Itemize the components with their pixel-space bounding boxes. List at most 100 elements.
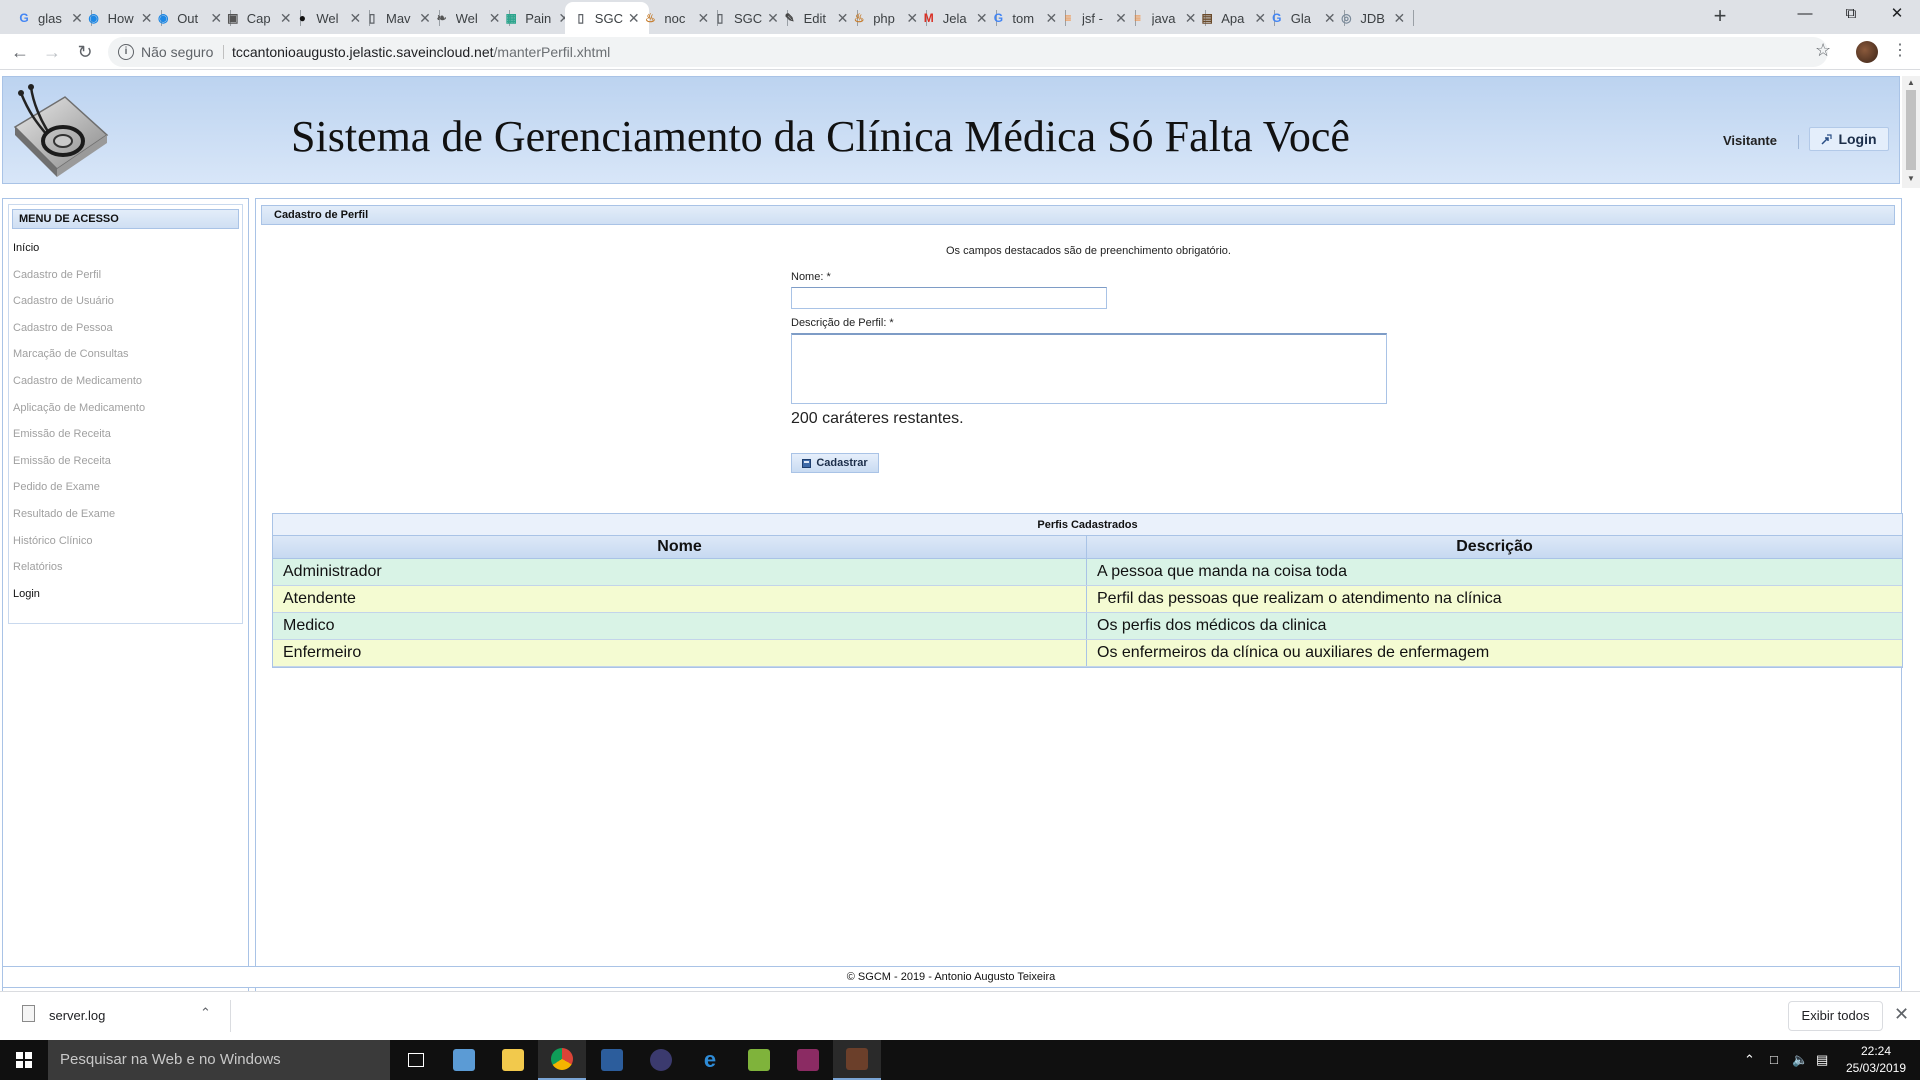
table-row[interactable]: Administrador A pessoa que manda na coisa… bbox=[273, 559, 1902, 586]
url-text[interactable]: tccantonioaugusto.jelastic.saveincloud.n… bbox=[232, 44, 610, 60]
cadastrar-button[interactable]: Cadastrar bbox=[791, 453, 879, 473]
tab-title: noc bbox=[664, 10, 686, 26]
notepad-glyph bbox=[748, 1049, 770, 1071]
browser-toolbar: ← → ↻ i Não seguro tccantonioaugusto.jel… bbox=[0, 34, 1920, 70]
tab-title: Pain bbox=[525, 10, 552, 26]
start-button[interactable] bbox=[0, 1040, 48, 1080]
table-row[interactable]: Medico Os perfis dos médicos da clinica bbox=[273, 613, 1902, 640]
volume-icon[interactable]: 🔈 bbox=[1792, 1052, 1808, 1068]
ie-glyph: e bbox=[703, 1047, 717, 1072]
page-scrollbar[interactable]: ▲ ▼ bbox=[1902, 76, 1920, 188]
edit-icon: ✎ bbox=[784, 11, 795, 25]
winrar-icon[interactable] bbox=[784, 1040, 832, 1080]
notification-icon[interactable]: ▤ bbox=[1816, 1052, 1828, 1068]
table-header: Nome Descrição bbox=[273, 536, 1902, 559]
browser-tab[interactable]: ◎ JDB ✕ bbox=[1330, 2, 1415, 34]
tab-title: php bbox=[873, 10, 895, 26]
scrollbar-thumb[interactable] bbox=[1906, 90, 1916, 170]
menu-item[interactable]: Login bbox=[13, 588, 40, 600]
chrome-glyph bbox=[551, 1048, 573, 1070]
tab-title: Gla bbox=[1290, 10, 1312, 26]
page-title: Sistema de Gerenciamento da Clínica Médi… bbox=[291, 112, 1350, 161]
nome-input[interactable] bbox=[791, 287, 1107, 309]
internet-explorer-icon[interactable]: e bbox=[686, 1040, 734, 1080]
cell-nome: Enfermeiro bbox=[273, 640, 1087, 666]
close-window-button[interactable]: ✕ bbox=[1874, 0, 1920, 30]
scroll-up-arrow-icon[interactable]: ▲ bbox=[1906, 78, 1916, 87]
tab-title: Jela bbox=[942, 10, 967, 26]
taskbar-search[interactable]: Pesquisar na Web e no Windows bbox=[48, 1040, 390, 1080]
tab-title: SGC bbox=[594, 10, 623, 26]
close-icon[interactable]: ✕ bbox=[1894, 1004, 1909, 1025]
more-menu-icon[interactable]: ⋮ bbox=[1892, 40, 1908, 60]
required-fields-note: Os campos destacados são de preenchiment… bbox=[946, 245, 1231, 257]
profiles-table: Perfis Cadastrados Nome Descrição Admini… bbox=[272, 513, 1903, 668]
tomcat-glyph bbox=[846, 1048, 868, 1070]
reload-icon[interactable]: ↻ bbox=[73, 40, 97, 64]
box-glyph bbox=[453, 1049, 475, 1071]
tab-title: Apa bbox=[1221, 10, 1245, 26]
globe-icon: ◎ bbox=[1341, 11, 1352, 25]
chevron-up-icon[interactable]: ⌃ bbox=[200, 1005, 211, 1021]
notepad-icon[interactable] bbox=[735, 1040, 783, 1080]
bookmark-star-icon[interactable]: ☆ bbox=[1815, 40, 1831, 61]
minimize-button[interactable]: — bbox=[1782, 0, 1828, 30]
new-tab-button[interactable]: + bbox=[1708, 5, 1732, 29]
info-icon[interactable]: i bbox=[118, 44, 134, 60]
github-icon: ● bbox=[298, 11, 307, 25]
eclipse-icon[interactable] bbox=[637, 1040, 685, 1080]
sidebar: MENU DE ACESSO Início Cadastro de Perfil C… bbox=[2, 198, 249, 1034]
url-host: tccantonioaugusto.jelastic.saveincloud.n… bbox=[232, 44, 494, 60]
address-bar[interactable]: i Não seguro tccantonioaugusto.jelastic.… bbox=[108, 37, 1828, 67]
tab-title: SGC bbox=[734, 10, 763, 26]
back-arrow-icon[interactable]: ← bbox=[8, 40, 32, 64]
task-view-icon[interactable] bbox=[392, 1040, 440, 1080]
stack-icon: ≡ bbox=[1064, 11, 1072, 25]
web-page: Sistema de Gerenciamento da Clínica Médi… bbox=[0, 72, 1903, 1034]
tomcat-icon[interactable] bbox=[833, 1040, 881, 1080]
tab-title: Mav bbox=[386, 10, 411, 26]
table-row[interactable]: Atendente Perfil das pessoas que realizam… bbox=[273, 586, 1902, 613]
google-icon: G bbox=[19, 11, 29, 25]
tray-chevron-icon[interactable]: ⌃ bbox=[1744, 1052, 1755, 1068]
stethoscope-logo bbox=[13, 84, 109, 177]
tab-title: jsf - bbox=[1082, 10, 1103, 26]
file-explorer-icon[interactable] bbox=[489, 1040, 537, 1080]
table-row[interactable]: Enfermeiro Os enfermeiros da clínica ou a… bbox=[273, 640, 1902, 667]
menu-item: Histórico Clínico bbox=[13, 534, 93, 547]
visual-studio-icon[interactable] bbox=[588, 1040, 636, 1080]
winrar-glyph bbox=[797, 1049, 819, 1071]
menu-item: Cadastro de Medicamento bbox=[13, 375, 143, 387]
tab-close-icon[interactable]: ✕ bbox=[1392, 10, 1406, 27]
descricao-label: Descrição de Perfil: * bbox=[791, 317, 894, 329]
box-app-icon[interactable] bbox=[440, 1040, 488, 1080]
table-caption: Perfis Cadastrados bbox=[273, 514, 1902, 536]
column-header-nome[interactable]: Nome bbox=[273, 536, 1087, 558]
show-all-button[interactable]: Exibir todos bbox=[1788, 1001, 1883, 1031]
forward-arrow-icon[interactable]: → bbox=[40, 40, 64, 64]
tab-title: Edit bbox=[803, 10, 826, 26]
nome-label: Nome: * bbox=[791, 271, 831, 283]
security-label[interactable]: Não seguro bbox=[141, 44, 213, 60]
network-icon[interactable]: □ bbox=[1770, 1052, 1778, 1067]
download-file-name[interactable]: server.log bbox=[49, 1008, 105, 1023]
address-separator bbox=[223, 45, 224, 59]
task-view-glyph bbox=[408, 1053, 424, 1067]
login-icon bbox=[1821, 133, 1833, 145]
cell-descricao: A pessoa que manda na coisa toda bbox=[1097, 563, 1347, 580]
column-header-descricao[interactable]: Descrição bbox=[1087, 536, 1902, 558]
header-login-button[interactable]: Login bbox=[1809, 127, 1889, 151]
tab-title: Wel bbox=[316, 10, 339, 26]
restore-button[interactable]: ⧉ bbox=[1828, 0, 1874, 30]
cell-nome: Medico bbox=[273, 613, 1087, 639]
scroll-down-arrow-icon[interactable]: ▼ bbox=[1906, 174, 1916, 183]
menu-item[interactable]: Início bbox=[13, 242, 39, 254]
chrome-icon[interactable] bbox=[538, 1040, 586, 1080]
tab-title: Out bbox=[177, 10, 199, 26]
java-icon: ♨ bbox=[645, 11, 656, 25]
system-clock[interactable]: 22:24 25/03/2019 bbox=[1840, 1043, 1912, 1077]
eclipse-glyph bbox=[650, 1049, 672, 1071]
current-user-label: Visitante bbox=[1723, 133, 1777, 148]
descricao-textarea[interactable] bbox=[791, 333, 1387, 404]
profile-avatar[interactable] bbox=[1856, 41, 1878, 63]
